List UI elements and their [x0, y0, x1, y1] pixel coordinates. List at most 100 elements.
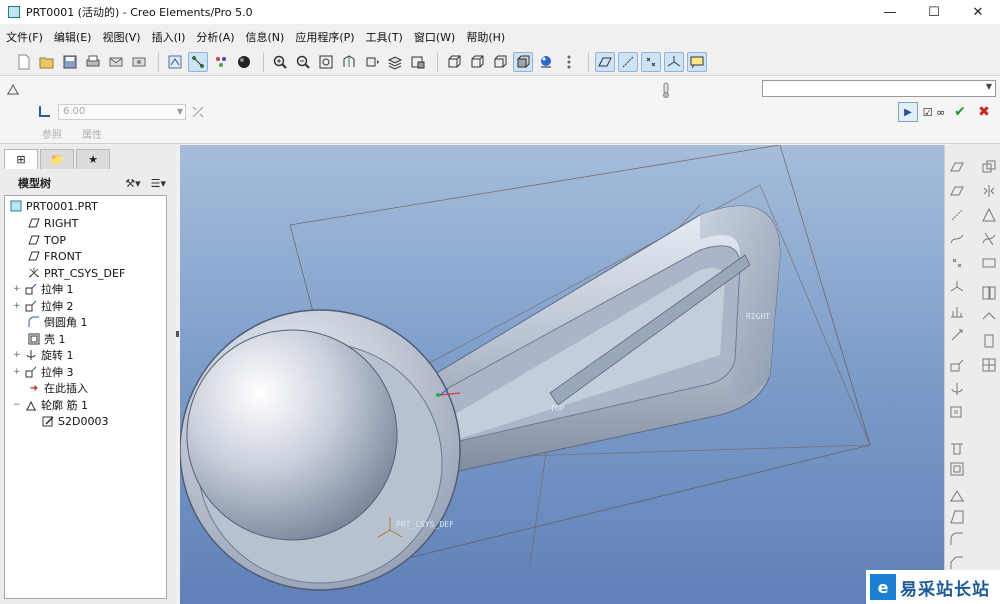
datum-point-display-icon[interactable]: [641, 51, 661, 72]
merge-tool-icon[interactable]: [981, 207, 997, 223]
sketch-tool-icon[interactable]: [949, 327, 965, 343]
datum-label-front[interactable]: FRONT: [292, 380, 316, 389]
tree-item-rib-1[interactable]: − 轮廓 筋 1: [13, 397, 88, 413]
menu-help[interactable]: 帮助(H): [466, 29, 505, 45]
csys-label[interactable]: PRT_CSYS_DEF: [396, 520, 454, 529]
graphics-viewport[interactable]: FRONT TOP RIGHT PRT_CSYS_DEF: [180, 145, 944, 604]
datum-axis-display-icon[interactable]: [618, 51, 638, 72]
enhanced-realism-icon[interactable]: [536, 52, 556, 72]
datum-plane-tool-icon[interactable]: [949, 159, 965, 175]
tree-item-round-1[interactable]: 倒圆角 1: [27, 314, 88, 330]
analysis-tool-icon[interactable]: [949, 303, 965, 319]
table-tool-icon[interactable]: [981, 357, 997, 373]
datum-label-right[interactable]: RIGHT: [746, 312, 770, 321]
zoom-in-icon[interactable]: [270, 52, 290, 72]
tree-item-csys[interactable]: PRT_CSYS_DEF: [27, 265, 125, 281]
panel-splitter[interactable]: [172, 435, 178, 535]
tree-item-insert-here[interactable]: ➜ 在此插入: [27, 380, 88, 396]
axis-tool-icon[interactable]: [949, 207, 965, 223]
rib-tool-icon[interactable]: [949, 487, 965, 503]
draft-tool-icon[interactable]: [949, 509, 965, 525]
saved-views-icon[interactable]: [362, 52, 382, 72]
menu-window[interactable]: 窗口(W): [414, 29, 455, 45]
filter-dropdown[interactable]: ▼: [762, 80, 996, 97]
new-icon[interactable]: [14, 52, 34, 72]
datum-label-top[interactable]: TOP: [550, 404, 564, 413]
tree-item-extrude-3[interactable]: + 拉伸 3: [13, 364, 74, 380]
select-icon[interactable]: [188, 51, 208, 72]
revolve-tool-icon[interactable]: [949, 381, 965, 397]
csys-tool-icon[interactable]: [949, 279, 965, 295]
print-icon[interactable]: [83, 52, 103, 72]
extend-tool-icon[interactable]: [981, 255, 997, 271]
menu-view[interactable]: 视图(V): [102, 29, 140, 45]
annotation-display-icon[interactable]: [687, 51, 707, 72]
tree-show-icon[interactable]: ☰▾: [151, 177, 166, 190]
maximize-button[interactable]: ☐: [912, 0, 956, 24]
thickness-input[interactable]: 6.00 ▼: [58, 104, 186, 120]
chamfer-tool-icon[interactable]: [949, 555, 965, 571]
expand-icon[interactable]: +: [13, 284, 23, 294]
mirror-tool-icon[interactable]: [981, 183, 997, 199]
refit-icon[interactable]: [316, 52, 336, 72]
expand-icon[interactable]: +: [13, 301, 23, 311]
verify-preview-button[interactable]: ☑ ∞: [922, 102, 946, 122]
point-tool-icon[interactable]: [949, 255, 965, 271]
send-link-icon[interactable]: [129, 52, 149, 72]
menu-insert[interactable]: 插入(I): [152, 29, 186, 45]
ok-check-icon[interactable]: ✔: [950, 102, 970, 122]
repaint-icon[interactable]: [211, 52, 231, 72]
thicken-tool-icon[interactable]: [981, 309, 997, 325]
view-manager-icon[interactable]: [408, 52, 428, 72]
shaded-icon[interactable]: [513, 51, 533, 72]
tab-folder-browser[interactable]: 📁: [40, 149, 74, 169]
hole-tool-icon[interactable]: [949, 441, 965, 457]
menu-file[interactable]: 文件(F): [6, 29, 43, 45]
plane-tool-icon[interactable]: [949, 183, 965, 199]
wireframe-icon[interactable]: [444, 52, 464, 72]
menu-applications[interactable]: 应用程序(P): [295, 29, 354, 45]
menu-edit[interactable]: 编辑(E): [54, 29, 92, 45]
tree-item-top[interactable]: TOP: [27, 232, 66, 248]
extrude-tool-icon[interactable]: [949, 357, 965, 373]
menu-analysis[interactable]: 分析(A): [196, 29, 234, 45]
cancel-x-icon[interactable]: ✖: [974, 102, 994, 122]
tab-references[interactable]: 参照: [42, 126, 62, 141]
reorient-icon[interactable]: [339, 52, 359, 72]
menu-info[interactable]: 信息(N): [246, 29, 285, 45]
sweep-tool-icon[interactable]: [949, 405, 965, 421]
shell-tool-icon[interactable]: [949, 461, 965, 477]
tree-item-part[interactable]: PRT0001.PRT: [9, 198, 98, 214]
collapse-icon[interactable]: −: [13, 400, 23, 410]
save-icon[interactable]: [60, 52, 80, 72]
copy-tool-icon[interactable]: [981, 159, 997, 175]
close-button[interactable]: ✕: [956, 0, 1000, 24]
expand-icon[interactable]: +: [13, 367, 23, 377]
round-tool-icon[interactable]: [949, 531, 965, 547]
model-view[interactable]: [180, 145, 944, 604]
offset-tool-icon[interactable]: [981, 285, 997, 301]
tree-item-front[interactable]: FRONT: [27, 248, 82, 264]
expand-icon[interactable]: +: [13, 350, 23, 360]
model-tree-settings-icon[interactable]: [559, 52, 579, 72]
menu-tools[interactable]: 工具(T): [366, 29, 403, 45]
hidden-line-icon[interactable]: [467, 52, 487, 72]
zoom-out-icon[interactable]: [293, 52, 313, 72]
send-mail-icon[interactable]: [106, 52, 126, 72]
trim-tool-icon[interactable]: [981, 231, 997, 247]
tree-item-extrude-1[interactable]: + 拉伸 1: [13, 281, 74, 297]
layers-icon[interactable]: [385, 52, 405, 72]
tree-item-extrude-2[interactable]: + 拉伸 2: [13, 298, 74, 314]
curve-tool-icon[interactable]: [949, 231, 965, 247]
regenerate-icon[interactable]: [165, 52, 185, 72]
tab-model-tree[interactable]: ⊞: [4, 149, 38, 169]
datum-plane-display-icon[interactable]: [595, 51, 615, 72]
play-icon[interactable]: ▶: [898, 102, 918, 122]
tree-item-sketch[interactable]: S2D0003: [41, 413, 108, 429]
tree-item-revolve-1[interactable]: + 旋转 1: [13, 347, 74, 363]
shading-icon[interactable]: [234, 52, 254, 72]
solidify-tool-icon[interactable]: [981, 333, 997, 349]
tab-properties[interactable]: 属性: [82, 126, 102, 141]
tab-favorites[interactable]: ★: [76, 149, 110, 169]
tree-settings-icon[interactable]: ⚒▾: [125, 177, 140, 190]
